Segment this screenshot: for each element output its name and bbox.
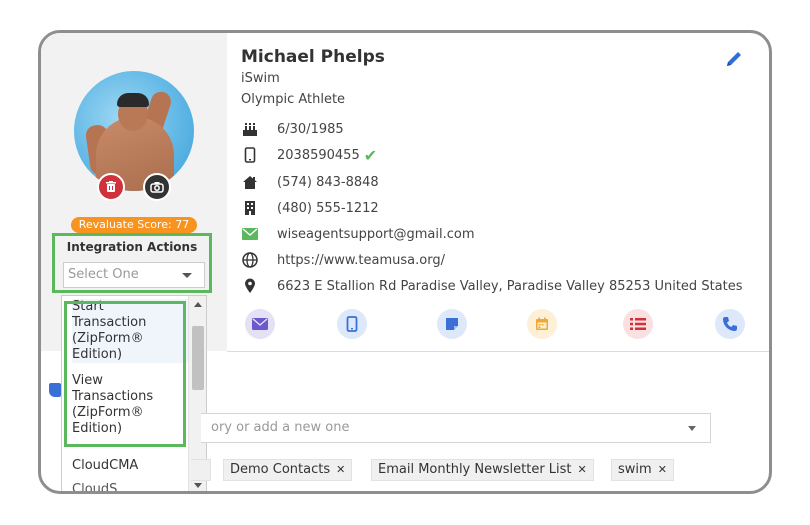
add-task-button[interactable] — [623, 309, 653, 339]
mobile-phone-icon — [346, 316, 358, 332]
send-email-button[interactable] — [245, 309, 275, 339]
option-text: CloudS... — [72, 482, 130, 494]
envelope-icon — [252, 318, 268, 330]
website-value[interactable]: https://www.teamusa.org/ — [277, 253, 445, 268]
verified-check-icon: ✔ — [363, 145, 378, 165]
website-row: https://www.teamusa.org/ — [241, 251, 445, 269]
pencil-icon — [727, 52, 741, 66]
home-icon — [241, 173, 259, 191]
integration-actions-title: Integration Actions — [66, 240, 198, 254]
remove-tag-icon[interactable]: ✕ — [578, 463, 587, 476]
contact-company: iSwim — [241, 71, 280, 86]
mobile-value[interactable]: 2038590455 — [277, 148, 360, 163]
address-value[interactable]: 6623 E Stallion Rd Paradise Valley, Para… — [277, 279, 743, 294]
email-row: wiseagentsupport@gmail.com — [241, 225, 474, 243]
work-phone-row: (480) 555-1212 — [241, 199, 379, 217]
contact-name: Michael Phelps — [241, 47, 385, 67]
revaluate-score-badge[interactable]: Revaluate Score: 77 — [71, 217, 197, 233]
mobile-row: 2038590455 ✔ — [241, 145, 378, 165]
chevron-down-icon — [182, 273, 192, 278]
calendar-icon — [536, 317, 548, 330]
home-phone-value[interactable]: (574) 843-8848 — [277, 175, 379, 190]
home-phone-row: (574) 843-8848 — [241, 173, 379, 191]
work-phone-value[interactable]: (480) 555-1212 — [277, 201, 379, 216]
contact-avatar — [74, 71, 194, 191]
tag-label: Demo Contacts — [230, 462, 331, 477]
tag-label: Email Monthly Newsletter List — [378, 462, 572, 477]
category-placeholder: ory or add a new one — [211, 420, 350, 435]
building-icon — [241, 199, 259, 217]
contact-card: Revaluate Score: 77 Integration Actions … — [38, 30, 772, 494]
integration-actions-select[interactable]: Select One — [63, 262, 205, 288]
tag-label: swim — [618, 462, 652, 477]
contact-job-title: Olympic Athlete — [241, 92, 346, 107]
call-contact-button[interactable] — [715, 309, 745, 339]
highlighted-options-outline — [64, 301, 186, 447]
tag-demo-contacts[interactable]: Demo Contacts ✕ — [223, 459, 353, 481]
tag-partial — [191, 459, 211, 481]
option-clouds[interactable]: CloudS... — [72, 482, 192, 494]
remove-tag-icon[interactable]: ✕ — [658, 463, 667, 476]
scrollbar-thumb[interactable] — [192, 326, 204, 390]
birthday-value: 6/30/1985 — [277, 121, 344, 137]
email-value[interactable]: wiseagentsupport@gmail.com — [277, 227, 474, 242]
delete-photo-button[interactable] — [97, 173, 125, 201]
scroll-down-icon[interactable] — [194, 483, 202, 488]
upload-photo-button[interactable] — [143, 173, 171, 201]
send-text-button[interactable] — [337, 309, 367, 339]
mobile-phone-icon — [241, 146, 259, 164]
tag-icon — [49, 383, 61, 397]
camera-icon — [150, 182, 164, 193]
trash-icon — [106, 181, 116, 192]
birthday-cake-icon — [241, 120, 259, 138]
sticky-note-icon — [446, 318, 458, 330]
map-pin-icon — [241, 277, 259, 295]
integration-actions-panel: Integration Actions Select One — [52, 233, 212, 293]
scroll-up-icon[interactable] — [194, 302, 202, 307]
remove-tag-icon[interactable]: ✕ — [336, 463, 345, 476]
address-row: 6623 E Stallion Rd Paradise Valley, Para… — [241, 277, 743, 295]
list-icon — [630, 318, 646, 330]
option-text: CloudCMA — [72, 458, 139, 473]
phone-icon — [723, 317, 737, 331]
add-note-button[interactable] — [437, 309, 467, 339]
tag-swim[interactable]: swim ✕ — [611, 459, 674, 481]
chevron-down-icon[interactable] — [688, 426, 696, 431]
birthday-row: 6/30/1985 — [241, 120, 344, 138]
schedule-event-button[interactable] — [527, 309, 557, 339]
section-divider — [227, 351, 769, 352]
option-cloudcma[interactable]: CloudCMA — [72, 458, 192, 474]
tag-email-newsletter[interactable]: Email Monthly Newsletter List ✕ — [371, 459, 594, 481]
edit-contact-button[interactable] — [724, 49, 744, 73]
select-placeholder: Select One — [68, 267, 139, 282]
category-input[interactable]: ory or add a new one — [201, 413, 711, 443]
envelope-icon — [241, 225, 259, 243]
globe-icon — [241, 251, 259, 269]
